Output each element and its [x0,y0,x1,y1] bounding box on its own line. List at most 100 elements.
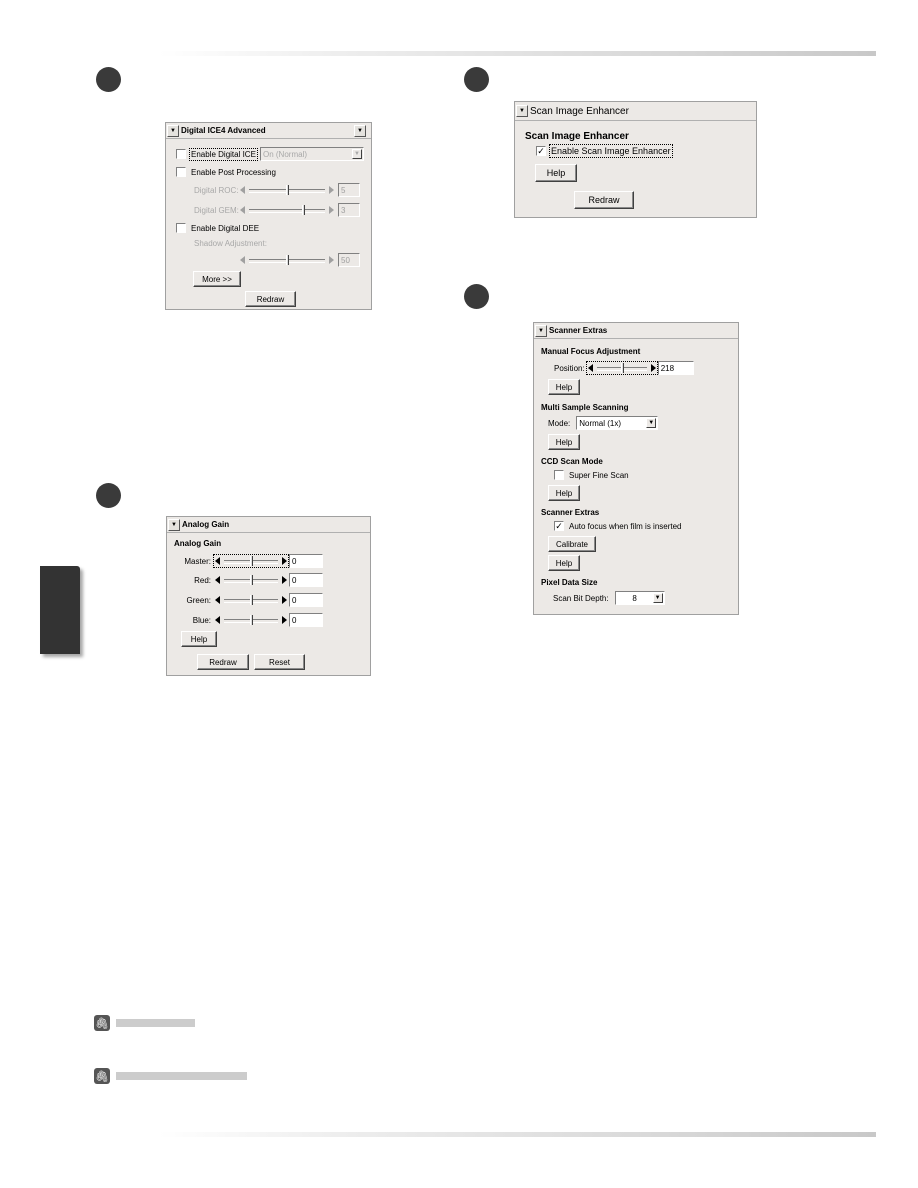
help-button[interactable]: Help [181,631,217,647]
bitdepth-row: Scan Bit Depth: 8 ▼ [553,591,665,605]
roc-track[interactable] [249,185,325,195]
red-thumb[interactable] [250,575,253,585]
red-value-field[interactable]: 0 [289,573,323,587]
green-value-field[interactable]: 0 [289,593,323,607]
enable-sie-row[interactable]: ✓ Enable Scan Image Enhancer [536,144,673,158]
autofocus-checkbox[interactable]: ✓ [554,521,564,531]
super-fine-label: Super Fine Scan [569,470,629,480]
focus-slider[interactable] [585,361,658,375]
enable-dee-checkbox[interactable] [176,223,186,233]
enable-sie-checkbox[interactable]: ✓ [536,146,546,156]
arrow-right-icon[interactable] [282,596,287,604]
blue-value-field[interactable]: 0 [289,613,323,627]
collapse-toggle-icon[interactable]: ▼ [516,105,528,117]
scanner-extras-panel: ▼ Scanner Extras Manual Focus Adjustment… [533,322,739,615]
shadow-thumb[interactable] [286,255,289,265]
red-slider[interactable] [215,575,287,585]
green-slider[interactable] [215,595,287,605]
section-title: Manual Focus Adjustment [541,347,641,356]
arrow-right-icon[interactable] [329,206,334,214]
super-fine-row[interactable]: Super Fine Scan [554,470,629,480]
focus-help-button[interactable]: Help [548,379,580,395]
redraw-button[interactable]: Redraw [245,291,296,307]
note-heading-bar [116,1072,247,1080]
arrow-right-icon[interactable] [282,576,287,584]
calibrate-button[interactable]: Calibrate [548,536,596,552]
red-track[interactable] [224,575,278,585]
arrow-left-icon[interactable] [215,576,220,584]
blue-thumb[interactable] [250,615,253,625]
panel-title: Digital ICE4 Advanced [181,126,266,135]
help-button[interactable]: Help [535,164,577,182]
multi-help-button[interactable]: Help [548,434,580,450]
master-slider[interactable] [213,554,289,568]
shadow-value-field[interactable]: 50 [338,253,360,267]
panel-title: Scan Image Enhancer [530,105,629,117]
green-track[interactable] [224,595,278,605]
redraw-button[interactable]: Redraw [574,191,634,209]
roc-value-field[interactable]: 5 [338,183,360,197]
bitdepth-select[interactable]: 8 ▼ [614,591,665,605]
enable-sie-label: Enable Scan Image Enhancer [549,144,673,158]
master-thumb[interactable] [250,556,253,566]
collapse-toggle-icon[interactable]: ▼ [535,324,547,337]
focus-position-field[interactable]: 218 [657,361,694,375]
arrow-left-icon[interactable] [215,557,220,565]
enable-ice-checkbox[interactable] [176,149,186,159]
roc-thumb[interactable] [286,185,289,195]
blue-track[interactable] [224,615,278,625]
green-thumb[interactable] [250,595,253,605]
arrow-left-icon[interactable] [240,206,245,214]
step-marker-1 [96,67,121,92]
chevron-down-icon[interactable]: ▼ [652,593,663,603]
bitdepth-value: 8 [632,593,637,603]
channel-label: Red: [194,575,211,585]
shadow-track[interactable] [249,255,325,265]
blue-slider[interactable] [215,615,287,625]
panel-menu-icon[interactable]: ▼ [354,125,366,137]
arrow-right-icon[interactable] [650,364,656,372]
analog-gain-panel: ▼ Analog Gain Analog Gain Master: 0 Red:… [166,516,371,676]
reset-button[interactable]: Reset [254,654,305,670]
panel-title: Analog Gain [182,520,230,529]
arrow-left-icon[interactable] [240,256,245,264]
focus-thumb[interactable] [620,363,624,373]
chevron-down-icon[interactable]: ▼ [646,418,657,428]
arrow-right-icon[interactable] [282,616,287,624]
panel-title: Scanner Extras [549,326,608,335]
chevron-down-icon[interactable]: ▼ [352,149,362,159]
ice-mode-select[interactable]: On (Normal) ▼ [260,147,364,161]
collapse-toggle-icon[interactable]: ▼ [167,124,179,137]
arrow-left-icon[interactable] [587,364,593,372]
super-fine-checkbox[interactable] [554,470,564,480]
arrow-right-icon[interactable] [329,256,334,264]
master-track[interactable] [224,556,278,566]
arrow-right-icon[interactable] [329,186,334,194]
redraw-button[interactable]: Redraw [197,654,249,670]
autofocus-row[interactable]: ✓ Auto focus when film is inserted [554,521,682,531]
collapse-toggle-icon[interactable]: ▼ [168,518,180,531]
arrow-right-icon[interactable] [282,557,287,565]
bitdepth-label: Scan Bit Depth: [553,593,609,603]
ccd-help-button[interactable]: Help [548,485,580,501]
channel-label: Master: [184,556,211,566]
gem-value-field[interactable]: 3 [338,203,360,217]
roc-slider[interactable] [240,185,334,195]
arrow-left-icon[interactable] [215,616,220,624]
arrow-left-icon[interactable] [240,186,245,194]
master-value-field[interactable]: 0 [289,554,323,568]
ice-mode-select-row: On (Normal) ▼ [260,147,364,161]
mode-select[interactable]: Normal (1x) ▼ [576,416,659,430]
gem-slider[interactable] [240,205,334,215]
shadow-slider[interactable] [240,255,334,265]
enable-dee-row[interactable]: Enable Digital DEE [176,223,259,233]
arrow-left-icon[interactable] [215,596,220,604]
enable-post-checkbox[interactable] [176,167,186,177]
extras-help-button[interactable]: Help [548,555,580,571]
enable-ice-row[interactable]: Enable Digital ICE [176,147,258,161]
focus-track[interactable] [596,363,647,373]
gem-track[interactable] [249,205,325,215]
enable-post-row[interactable]: Enable Post Processing [176,167,276,177]
gem-thumb[interactable] [302,205,305,215]
more-button[interactable]: More >> [193,271,241,287]
